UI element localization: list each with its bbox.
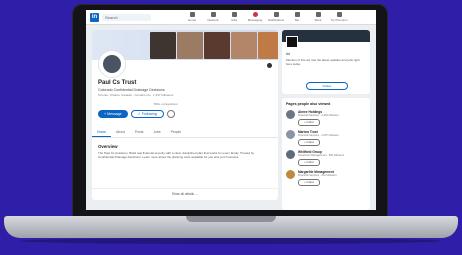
show-all-details-link[interactable]: Show all details →: [92, 188, 278, 196]
overview-text: The Paul Cs Academy: Build real financia…: [98, 151, 255, 160]
ad-card: Ad Mention of this ad. Get the latest up…: [282, 30, 370, 94]
nav-notifications[interactable]: Notifications: [267, 12, 285, 22]
company-subtitle: Financial Services · 612 followers: [298, 174, 337, 177]
grid-icon: [315, 12, 321, 17]
edit-icon[interactable]: [267, 63, 272, 68]
people-also-viewed-card: Pages people also viewed Aimee Holdings …: [282, 98, 370, 210]
more-options-icon[interactable]: [166, 110, 175, 118]
top-nav-bar: in Search Home Network Jobs Messaging No…: [86, 10, 376, 25]
nav-label: Try Premium: [330, 18, 348, 22]
laptop-shadow: [20, 238, 442, 244]
cover-photo-strip: [150, 32, 278, 59]
nav-label: Notifications: [267, 18, 285, 22]
cover-photo: [204, 32, 230, 59]
company-subtitle: Investment Management · 894 followers: [298, 154, 345, 157]
home-icon: [189, 12, 195, 17]
ad-logo: [286, 36, 298, 48]
company-logo[interactable]: [286, 170, 295, 179]
nav-work[interactable]: Work: [311, 12, 325, 22]
message-button[interactable]: + Message: [98, 110, 128, 118]
nav-me[interactable]: Me: [290, 12, 304, 22]
people-icon: [210, 12, 216, 17]
profile-headline: Colorado Confidential Drainage Decisions: [98, 88, 165, 92]
profile-name: Paul Cs Trust: [98, 80, 137, 86]
nav-jobs[interactable]: Jobs: [227, 12, 241, 22]
search-input[interactable]: Search: [102, 13, 151, 21]
nav-home[interactable]: Home: [185, 12, 199, 22]
follow-button[interactable]: + Follow: [298, 139, 320, 146]
laptop-screen: in Search Home Network Jobs Messaging No…: [86, 10, 376, 210]
tab-people[interactable]: People: [166, 128, 187, 137]
nav-label: Messaging: [247, 18, 263, 22]
linkedin-logo-icon[interactable]: in: [90, 12, 99, 22]
laptop-trackpad-notch: [186, 216, 276, 222]
nav-messaging[interactable]: Messaging: [248, 12, 262, 22]
list-item: Whitfield Group Investment Management · …: [286, 150, 366, 166]
cover-photo: [231, 32, 257, 59]
follow-button[interactable]: + Follow: [298, 179, 320, 186]
ad-follow-button[interactable]: Follow: [306, 82, 348, 90]
tab-posts[interactable]: Posts: [130, 128, 148, 137]
company-subtitle: Financial Services · 1,007 followers: [298, 134, 339, 137]
tab-about[interactable]: About: [111, 128, 130, 137]
people-title: Pages people also viewed: [286, 102, 331, 106]
company-logo[interactable]: [286, 150, 295, 159]
company-subtitle: Financial Services · 2,318 followers: [298, 114, 339, 117]
company-logo[interactable]: [286, 130, 295, 139]
user-icon: [294, 12, 300, 17]
profile-tabs: Home About Posts Jobs People: [92, 128, 278, 138]
avatar-image: [103, 55, 121, 73]
premium-icon: [336, 12, 342, 17]
nav-network[interactable]: Network: [206, 12, 220, 22]
overview-title: Overview: [98, 144, 118, 149]
list-item: Marlow Trust Financial Services · 1,007 …: [286, 130, 366, 146]
nav-premium[interactable]: Try Premium: [330, 12, 348, 22]
avatar[interactable]: [98, 50, 126, 78]
nav-label: Home: [187, 18, 196, 22]
nav-label: Me: [294, 18, 300, 22]
message-icon: [252, 12, 258, 17]
follow-button[interactable]: + Follow: [298, 119, 320, 126]
right-sidebar: Ad Mention of this ad. Get the latest up…: [282, 30, 370, 210]
cover-photo: [177, 32, 203, 59]
cover-photo: [150, 32, 176, 59]
profile-actions: + Message ✓ Following: [98, 110, 175, 118]
tab-jobs[interactable]: Jobs: [148, 128, 165, 137]
profile-location: Toronto, Ontario, Canada · Contact info …: [98, 93, 174, 97]
tab-home[interactable]: Home: [92, 128, 112, 137]
follow-button[interactable]: + Follow: [298, 159, 320, 166]
briefcase-icon: [231, 12, 237, 17]
nav-label: Network: [207, 18, 219, 22]
list-item: Margaritte Management Financial Services…: [286, 170, 366, 186]
ad-label: Ad: [286, 52, 290, 56]
nav-items: Home Network Jobs Messaging Notification…: [185, 12, 348, 22]
nav-label: Jobs: [230, 18, 238, 22]
nav-label: Work: [314, 18, 322, 22]
list-item: Aimee Holdings Financial Services · 2,31…: [286, 110, 366, 126]
bell-icon: [273, 12, 279, 17]
laptop: in Search Home Network Jobs Messaging No…: [0, 0, 462, 255]
connections-count[interactable]: 500+ connections: [154, 102, 178, 106]
following-button[interactable]: ✓ Following: [130, 110, 164, 118]
ad-text: Mention of this ad. Get the latest updat…: [286, 58, 360, 66]
profile-card: Paul Cs Trust Colorado Confidential Drai…: [92, 30, 278, 200]
company-logo[interactable]: [286, 110, 295, 119]
cover-photo: [258, 32, 278, 59]
